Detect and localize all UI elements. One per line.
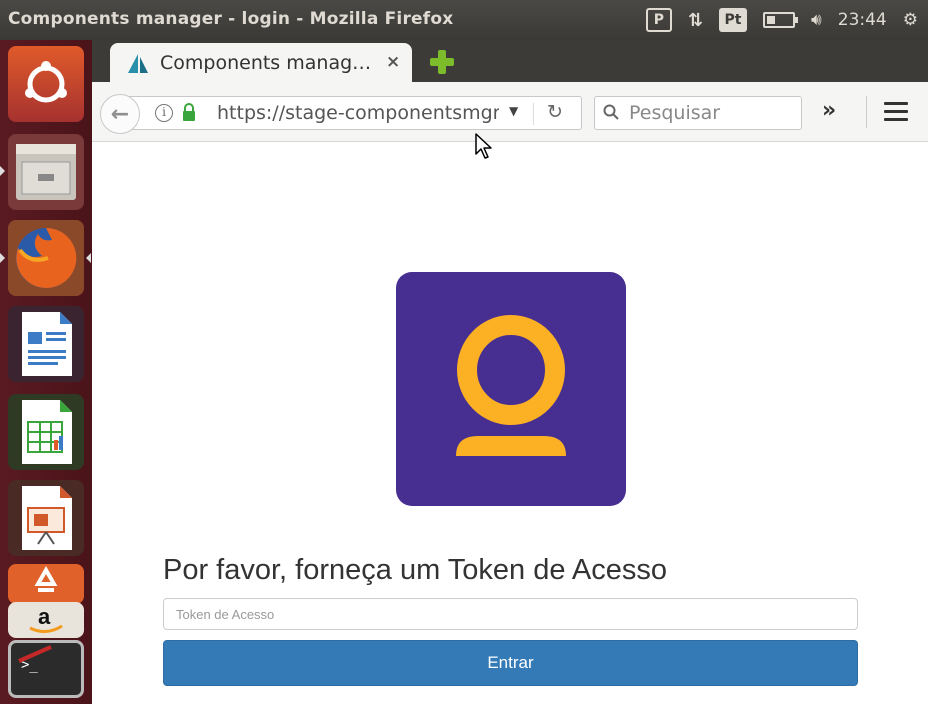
battery-icon[interactable]: [763, 12, 799, 28]
sail-favicon-icon: [128, 54, 148, 73]
window-title: Components manager - login - Mozilla Fir…: [8, 9, 454, 29]
tab-title: Components manag…: [160, 52, 372, 74]
toolbar-overflow-button[interactable]: »: [822, 98, 836, 123]
launcher-focused-pip: [86, 253, 91, 263]
writer-document-icon: [22, 312, 72, 376]
indicator-area: P ⇅ Pt 🔊︎ 23:44 ⚙: [645, 6, 918, 34]
launcher-running-pip: [0, 253, 5, 263]
hamburger-menu-icon[interactable]: [884, 102, 908, 122]
svg-text:a: a: [38, 604, 51, 629]
mouse-cursor-icon: [475, 133, 492, 159]
url-divider: [533, 103, 534, 125]
launcher-item-dash[interactable]: [8, 46, 84, 122]
firefox-icon: [16, 227, 77, 288]
chevron-down-icon[interactable]: ▼: [509, 104, 518, 118]
ubuntu-logo-icon: [25, 61, 67, 103]
back-arrow-icon: ←: [110, 101, 130, 127]
tab-components-manager[interactable]: Components manag… ×: [110, 43, 412, 82]
search-placeholder: Pesquisar: [629, 102, 721, 124]
terminal-icon: >_: [18, 645, 52, 673]
user-logo-icon: [456, 315, 566, 456]
launcher: a >_: [0, 40, 92, 704]
navigation-bar: i https://stage-componentsmgr ▼ ↻ ← Pesq…: [92, 82, 928, 142]
network-icon[interactable]: ⇅: [688, 10, 703, 31]
launcher-item-firefox[interactable]: [8, 220, 84, 296]
shopping-bag-icon: [34, 565, 58, 592]
launcher-item-terminal[interactable]: >_: [8, 640, 84, 698]
clock[interactable]: 23:44: [838, 10, 887, 30]
info-icon[interactable]: i: [155, 104, 173, 122]
toolbar-divider: [866, 96, 867, 128]
volume-icon[interactable]: 🔊︎: [811, 10, 822, 30]
parcellite-icon[interactable]: P: [645, 8, 672, 32]
back-button[interactable]: ←: [100, 94, 140, 134]
calc-spreadsheet-icon: [22, 400, 72, 464]
keyboard-layout-indicator[interactable]: Pt: [719, 8, 748, 32]
launcher-item-impress[interactable]: [8, 480, 84, 556]
url-bar[interactable]: i https://stage-componentsmgr ▼ ↻: [122, 96, 582, 130]
submit-button[interactable]: Entrar: [163, 640, 858, 686]
gear-icon[interactable]: ⚙: [903, 10, 918, 30]
launcher-running-pip: [0, 166, 5, 176]
launcher-item-calc[interactable]: [8, 394, 84, 470]
launcher-item-amazon[interactable]: a: [8, 602, 84, 638]
firefox-window: Components manag… × i https://stage-comp…: [92, 40, 928, 704]
url-text[interactable]: https://stage-componentsmgr: [217, 102, 499, 124]
search-icon: [603, 104, 619, 120]
launcher-item-software[interactable]: [8, 564, 84, 604]
tab-bar: Components manag… ×: [92, 40, 928, 82]
token-input[interactable]: [163, 598, 858, 630]
close-icon[interactable]: ×: [386, 52, 400, 72]
reload-icon[interactable]: ↻: [547, 101, 563, 123]
launcher-item-files[interactable]: [8, 134, 84, 210]
new-tab-button[interactable]: [430, 50, 454, 74]
launcher-item-writer[interactable]: [8, 306, 84, 382]
app-logo: [396, 272, 626, 506]
top-panel: Components manager - login - Mozilla Fir…: [0, 0, 928, 40]
amazon-icon: a: [29, 604, 63, 633]
page-content: Por favor, forneça um Token de Acesso En…: [92, 142, 928, 704]
page-heading: Por favor, forneça um Token de Acesso: [163, 554, 668, 586]
search-bar[interactable]: Pesquisar: [594, 96, 802, 130]
impress-presentation-icon: [22, 486, 72, 550]
file-cabinet-icon: [16, 144, 76, 200]
lock-icon[interactable]: [181, 103, 197, 121]
